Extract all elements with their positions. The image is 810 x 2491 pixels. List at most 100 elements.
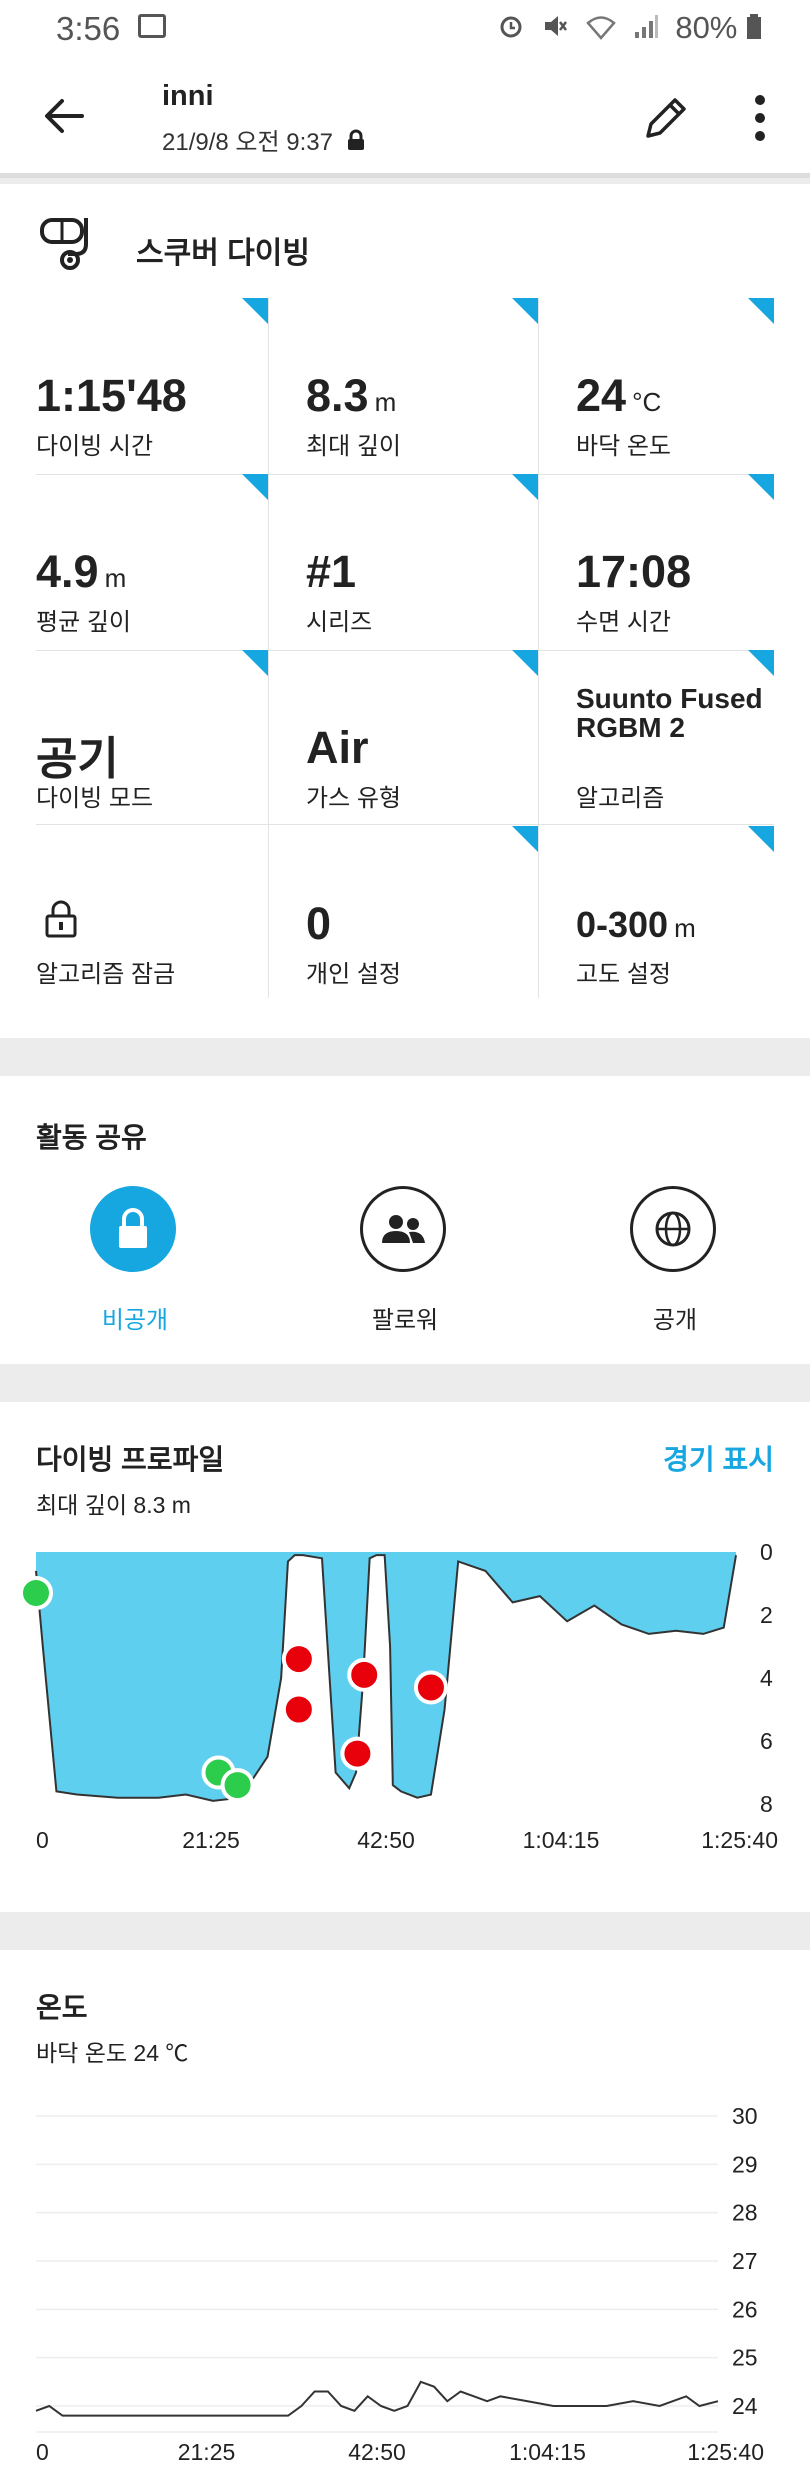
stat-gas-type[interactable]: Air 가스 유형 [306, 650, 538, 826]
user-name[interactable]: inni [162, 80, 214, 113]
more-options-icon[interactable] [752, 92, 768, 149]
sharing-card: 활동 공유 비공개 팔로워 공개 [0, 1076, 810, 1364]
scuba-mask-icon [36, 218, 100, 278]
stat-corner-marker [748, 650, 774, 676]
y-tick-label: 26 [732, 2296, 758, 2322]
stat-max-depth[interactable]: 8.3 m 최대 깊이 [306, 298, 538, 474]
x-tick-label: 42:50 [348, 2439, 406, 2465]
stat-label: 평균 깊이 [36, 609, 131, 636]
grid-divider [268, 298, 269, 998]
activity-summary-card: 스쿠버 다이빙 1:15'48 다이빙 시간 8.3 m 최대 깊이 24 °C 바닥 온… [0, 184, 810, 1038]
status-time: 3:56 [56, 10, 121, 47]
y-tick-label: 25 [732, 2345, 758, 2371]
stat-label: 가스 유형 [306, 785, 401, 812]
y-tick-label: 0 [760, 1539, 773, 1565]
globe-icon [630, 1186, 716, 1272]
stat-value: 0 [306, 898, 332, 949]
red-event-marker [281, 1692, 316, 1727]
red-event-marker [347, 1657, 382, 1692]
stat-avg-depth[interactable]: 4.9 m 평균 깊이 [36, 474, 268, 650]
stat-corner-marker [748, 298, 774, 324]
y-tick-label: 6 [760, 1728, 773, 1754]
stat-corner-marker [748, 826, 774, 852]
stat-bottom-temp[interactable]: 24 °C 바닥 온도 [576, 298, 774, 474]
green-event-marker [19, 1575, 53, 1610]
stat-value: #1 [306, 546, 357, 597]
sport-title: 스쿠버 다이빙 [136, 237, 310, 270]
lock-icon [346, 129, 366, 158]
stat-label: 개인 설정 [306, 961, 401, 988]
back-arrow-icon[interactable] [42, 96, 86, 141]
stat-corner-marker [748, 474, 774, 500]
followers-icon [360, 1186, 446, 1272]
battery-icon [746, 12, 762, 48]
red-event-marker [413, 1670, 448, 1705]
sport-header: 스쿠버 다이빙 [36, 214, 310, 274]
stat-dive-time[interactable]: 1:15'48 다이빙 시간 [36, 298, 268, 474]
red-event-marker [281, 1642, 316, 1677]
x-tick-label: 0 [36, 2439, 49, 2465]
wifi-icon [586, 12, 616, 48]
stat-label: 수면 시간 [576, 609, 671, 636]
edit-pencil-icon[interactable] [640, 92, 692, 149]
stat-value: Suunto Fused RGBM 2 [576, 683, 763, 743]
stat-label: 시리즈 [306, 609, 373, 636]
stat-label: 알고리즘 잠금 [36, 961, 176, 988]
stat-corner-marker [512, 474, 538, 500]
stat-corner-marker [512, 298, 538, 324]
stat-corner-marker [242, 650, 268, 676]
activity-datetime: 21/9/8 오전 9:37 [162, 122, 366, 158]
stat-altitude-setting[interactable]: 0-300 m 고도 설정 [576, 826, 774, 1002]
stat-value: 17:08 [576, 546, 692, 597]
signal-icon [633, 12, 659, 48]
dive-profile-card: 다이빙 프로파일 경기 표시 최대 깊이 8.3 m 0 2 4 6 8 0 21:25 42… [0, 1402, 810, 1912]
status-right: 80% [497, 10, 770, 48]
stat-dive-mode[interactable]: 공기 다이빙 모드 [36, 650, 268, 826]
stat-value: 1:15'48 [36, 370, 187, 421]
battery-level: 80% [675, 10, 738, 45]
stat-series[interactable]: #1 시리즈 [306, 474, 538, 650]
x-tick-label: 0 [36, 1827, 49, 1853]
stat-value: 24 °C [576, 370, 662, 421]
y-tick-label: 2 [760, 1602, 773, 1628]
stat-algorithm-lock[interactable]: 알고리즘 잠금 [36, 826, 268, 1002]
x-tick-label: 1:04:15 [509, 2439, 586, 2465]
stat-value: 8.3 m [306, 370, 397, 421]
padlock-icon [44, 900, 78, 943]
alarm-icon [497, 12, 525, 48]
stat-label: 알고리즘 [576, 785, 665, 812]
y-tick-label: 24 [732, 2393, 758, 2419]
datetime-text: 21/9/8 오전 9:37 [162, 129, 333, 156]
stats-grid: 1:15'48 다이빙 시간 8.3 m 최대 깊이 24 °C 바닥 온도 4.9 m 평균… [36, 298, 774, 998]
grid-divider [538, 298, 539, 998]
stat-label: 최대 깊이 [306, 433, 401, 460]
status-bar: 3:56 80% [0, 0, 810, 56]
share-public-option[interactable]: 공개 [585, 1186, 765, 1336]
temperature-card: 온도 바닥 온도 24 ℃ 30 29 28 27 26 25 24 0 21:25 42:50 1… [0, 1950, 810, 2491]
stat-label: 다이빙 시간 [36, 433, 154, 460]
x-tick-label: 1:25:40 [701, 1827, 778, 1853]
stat-personal-setting[interactable]: 0 개인 설정 [306, 826, 538, 1002]
stat-value: 0-300 m [576, 904, 696, 945]
temperature-chart: 30 29 28 27 26 25 24 0 21:25 42:50 1:04:15 1:25:40 [35, 2103, 764, 2465]
y-tick-label: 29 [732, 2151, 758, 2177]
red-event-marker [340, 1736, 375, 1771]
mute-icon [541, 12, 569, 48]
x-tick-label: 42:50 [357, 1827, 415, 1853]
stat-corner-marker [512, 650, 538, 676]
sharing-title: 활동 공유 [36, 1122, 147, 1153]
x-tick-label: 1:04:15 [523, 1827, 600, 1853]
stat-algorithm[interactable]: Suunto Fused RGBM 2 알고리즘 [576, 650, 774, 826]
y-tick-label: 8 [760, 1791, 773, 1817]
stat-corner-marker [242, 474, 268, 500]
stat-surface-time[interactable]: 17:08 수면 시간 [576, 474, 774, 650]
image-notification-icon [138, 14, 166, 38]
y-tick-label: 27 [732, 2248, 758, 2274]
green-event-marker [220, 1768, 255, 1803]
share-followers-option[interactable]: 팔로워 [315, 1186, 495, 1336]
x-tick-label: 1:25:40 [687, 2439, 764, 2465]
share-private-option[interactable]: 비공개 [45, 1186, 225, 1336]
stat-value: 4.9 m [36, 546, 127, 597]
x-tick-label: 21:25 [182, 1827, 240, 1853]
y-tick-label: 28 [732, 2200, 758, 2226]
